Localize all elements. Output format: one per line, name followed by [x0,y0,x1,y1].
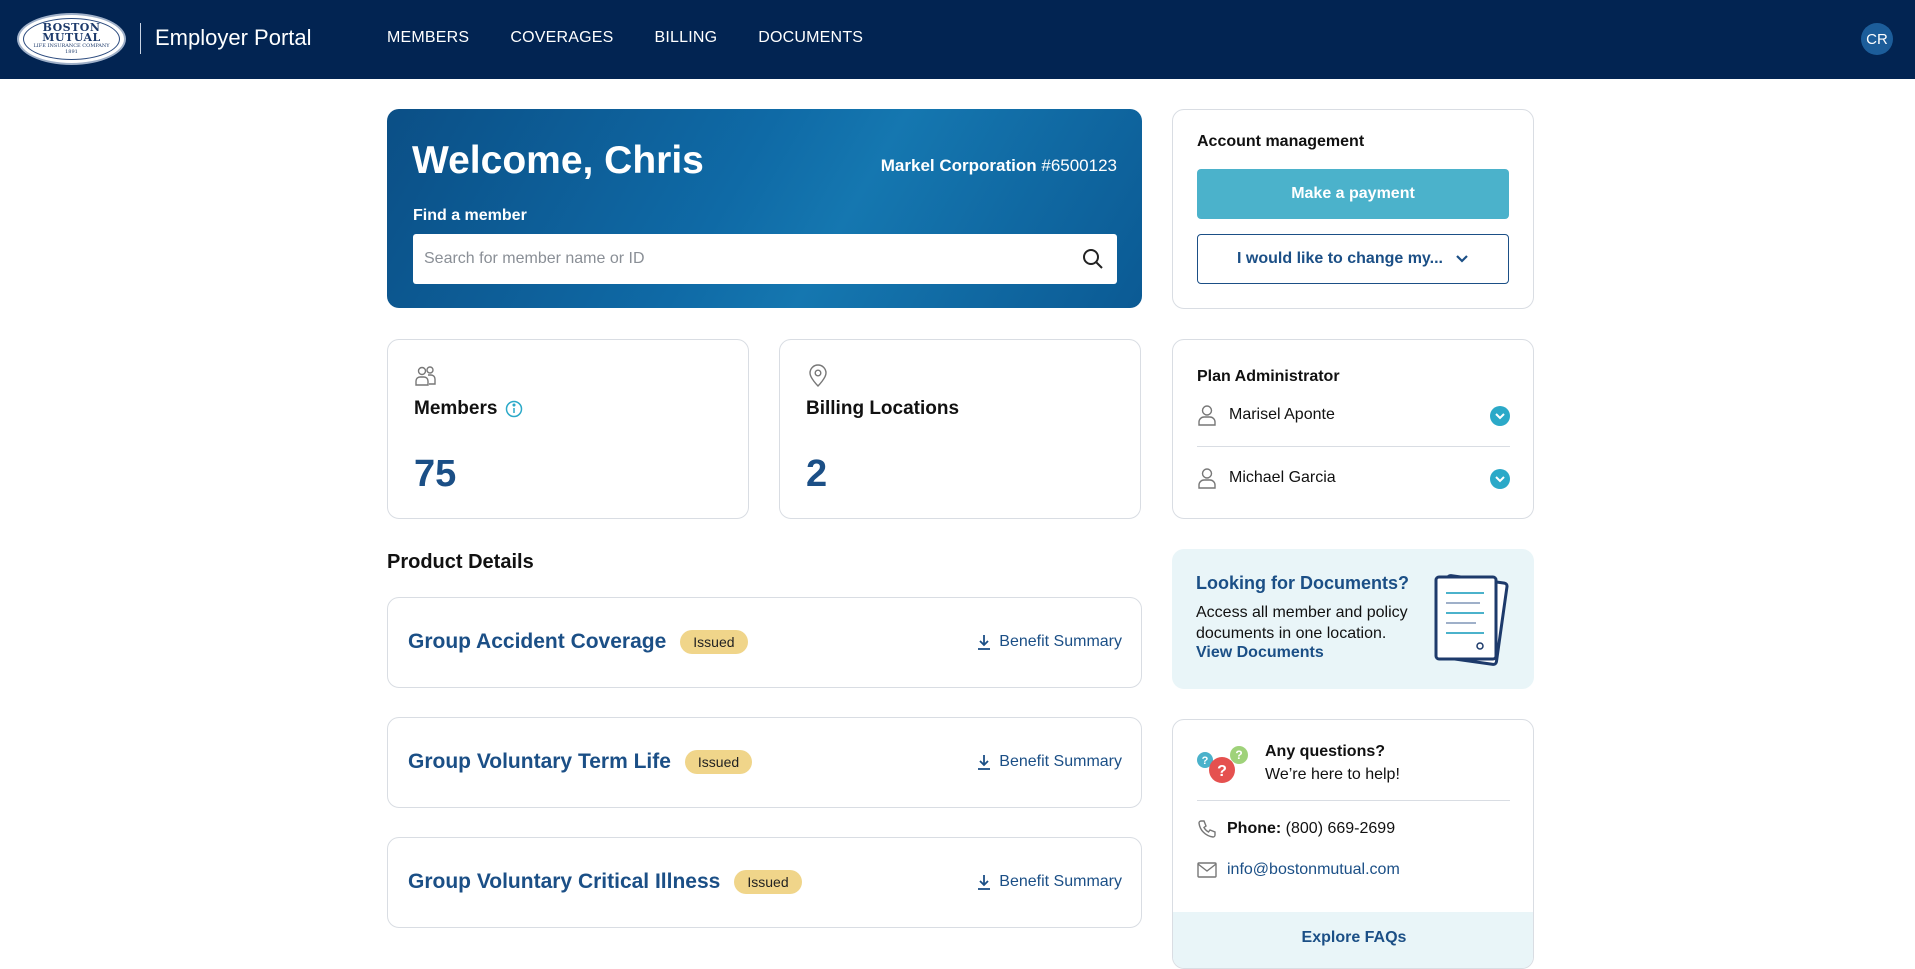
members-group-icon [415,366,436,386]
product-name-row: Group Voluntary Term Life Issued [408,750,753,774]
billing-label-row: Billing Locations [806,398,959,420]
explore-faqs-link[interactable]: Explore FAQs [1173,912,1533,968]
plan-administrator-title: Plan Administrator [1197,368,1340,385]
plan-admin-name: Michael Garcia [1229,469,1336,486]
company-name: Markel Corporation [880,156,1037,175]
product-name-row: Group Accident Coverage Issued [408,630,748,654]
status-badge: Issued [734,870,802,894]
member-search-input[interactable] [424,235,1064,283]
mail-icon [1197,862,1217,878]
svg-text:?: ? [1235,748,1242,762]
person-icon [1198,405,1216,426]
nav-billing[interactable]: BILLING [654,29,717,47]
members-stat-card[interactable]: Members 75 [387,339,749,519]
documents-illustration-icon [1434,574,1509,666]
product-card: Group Accident Coverage Issued Benefit S… [387,597,1142,688]
account-management-card: Account management Make a payment I woul… [1172,109,1534,309]
company-info: Markel Corporation #6500123 [881,156,1117,176]
svg-text:?: ? [1202,755,1209,767]
account-management-title: Account management [1197,133,1365,150]
product-name[interactable]: Group Voluntary Term Life [408,750,671,774]
nav-coverages[interactable]: COVERAGES [510,29,613,47]
plan-admin-row[interactable]: Michael Garcia [1197,463,1510,493]
download-icon [978,875,991,890]
question-bubbles-icon: ? ? ? [1197,746,1248,783]
members-label-row: Members [414,398,523,420]
billing-locations-count: 2 [806,453,828,495]
benefit-summary-label: Benefit Summary [999,753,1122,770]
plan-admin-row[interactable]: Marisel Aponte [1197,400,1510,430]
product-name-row: Group Voluntary Critical Illness Issued [408,870,802,894]
status-badge: Issued [684,750,753,774]
portal-title: Employer Portal [155,25,312,50]
header-divider [140,23,141,54]
phone-icon [1198,820,1216,838]
documents-promo-card: Looking for Documents? Access all member… [1172,549,1534,689]
plan-admin-divider [1197,446,1510,447]
documents-promo-description: Access all member and policy documents i… [1196,604,1408,642]
plan-administrator-card: Plan Administrator Marisel Aponte Michae… [1172,339,1534,519]
person-icon [1198,468,1216,489]
search-icon[interactable] [1081,247,1105,271]
plan-admin-name: Marisel Aponte [1229,406,1335,423]
welcome-greeting: Welcome, Chris [412,139,704,182]
benefit-summary-link[interactable]: Benefit Summary [977,753,1122,771]
help-divider [1197,800,1510,801]
help-subheading: We’re here to help! [1265,766,1400,783]
documents-promo-title: Looking for Documents? [1196,573,1409,593]
logo-emblem: BOSTON MUTUAL LIFE INSURANCE COMPANY 189… [23,18,120,60]
help-card: ? ? ? Any questions? We’re here to help!… [1172,719,1534,969]
expand-chevron-icon[interactable] [1490,406,1510,426]
phone-contact[interactable]: Phone: (800) 669-2699 [1197,819,1395,839]
nav-documents[interactable]: DOCUMENTS [758,29,863,47]
benefit-summary-label: Benefit Summary [999,633,1122,650]
phone-number: (800) 669-2699 [1285,820,1396,837]
product-details-title: Product Details [387,551,534,573]
benefit-summary-link[interactable]: Benefit Summary [977,873,1122,891]
benefit-summary-link[interactable]: Benefit Summary [977,633,1122,651]
find-member-label: Find a member [413,207,527,224]
download-icon [978,635,991,650]
help-heading: Any questions? [1265,743,1386,760]
logo-text-line4: 1891 [65,49,78,55]
welcome-card: Welcome, Chris Markel Corporation #65001… [387,109,1142,308]
product-name[interactable]: Group Accident Coverage [408,630,666,654]
email-contact[interactable]: info@bostonmutual.com [1197,861,1400,879]
product-name[interactable]: Group Voluntary Critical Illness [408,870,720,894]
nav-members[interactable]: MEMBERS [387,29,469,47]
phone-label: Phone: [1227,820,1282,837]
product-card: Group Voluntary Critical Illness Issued … [387,837,1142,928]
billing-locations-label: Billing Locations [806,398,960,419]
status-badge: Issued [680,630,748,654]
view-documents-link[interactable]: View Documents [1196,644,1324,662]
info-icon[interactable] [505,400,523,418]
product-card: Group Voluntary Term Life Issued Benefit… [387,717,1142,808]
logo-text-line2: MUTUAL [42,31,101,44]
top-navigation-bar: BOSTON MUTUAL LIFE INSURANCE COMPANY 189… [0,0,1915,79]
expand-chevron-icon[interactable] [1490,469,1510,489]
boston-mutual-logo[interactable]: BOSTON MUTUAL LIFE INSURANCE COMPANY 189… [17,13,126,65]
company-id: #6500123 [1041,156,1117,175]
change-request-dropdown[interactable]: I would like to change my... [1197,234,1509,284]
chevron-down-icon [1456,255,1468,263]
user-avatar[interactable]: CR [1861,23,1893,55]
email-address: info@bostonmutual.com [1227,861,1400,878]
members-count: 75 [414,453,457,495]
benefit-summary-label: Benefit Summary [999,873,1122,890]
svg-text:?: ? [1217,763,1227,780]
main-nav: MEMBERS COVERAGES BILLING DOCUMENTS [387,29,904,47]
make-payment-button[interactable]: Make a payment [1197,169,1509,219]
billing-locations-stat-card[interactable]: Billing Locations 2 [779,339,1141,519]
change-request-label: I would like to change my... [1237,250,1443,267]
location-pin-icon [809,364,827,387]
member-search-box [413,234,1117,284]
members-label: Members [414,398,498,419]
download-icon [978,755,991,770]
